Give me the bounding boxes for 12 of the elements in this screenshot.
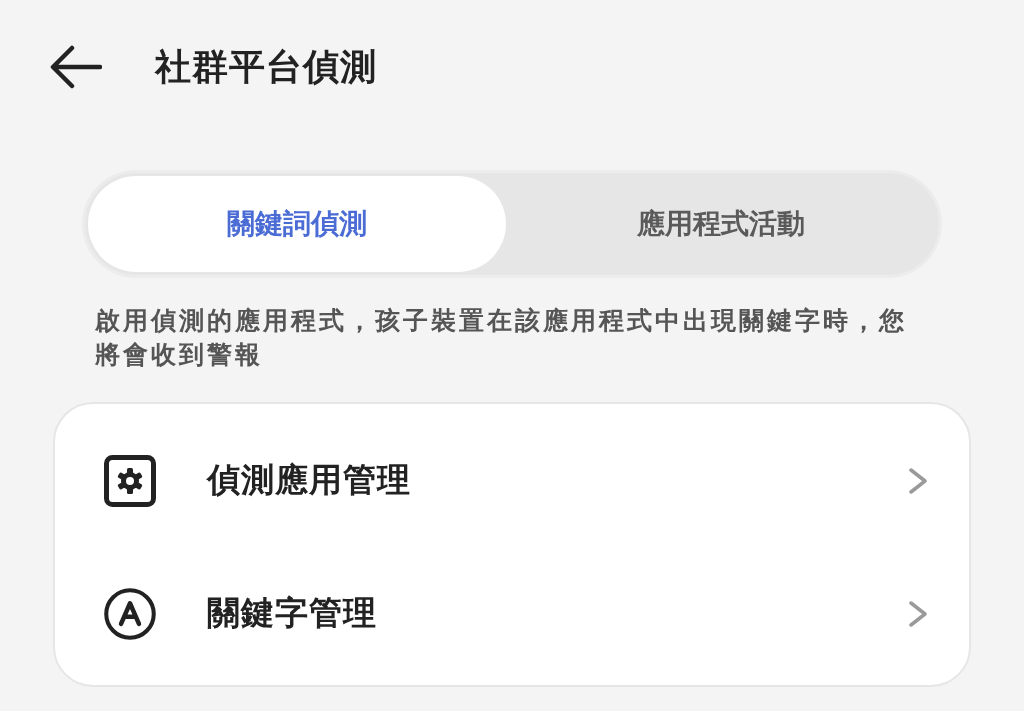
back-button[interactable]	[50, 45, 102, 89]
chevron-right-icon	[908, 600, 928, 627]
menu-item[interactable]: 關鍵字管理	[55, 547, 969, 680]
menu-item[interactable]: 偵測應用管理	[55, 414, 969, 547]
tab[interactable]: 關鍵詞偵測	[88, 176, 506, 272]
page-title: 社群平台偵測	[155, 45, 377, 89]
description-text: 啟用偵測的應用程式，孩子裝置在該應用程式中出現關鍵字時，您將會收到警報	[95, 305, 908, 371]
tab[interactable]: 應用程式活動	[506, 176, 936, 272]
back-arrow-icon	[50, 45, 102, 89]
circled-letter-icon	[104, 587, 156, 640]
chevron-right-icon	[908, 467, 928, 494]
gear-square-icon	[104, 454, 156, 507]
